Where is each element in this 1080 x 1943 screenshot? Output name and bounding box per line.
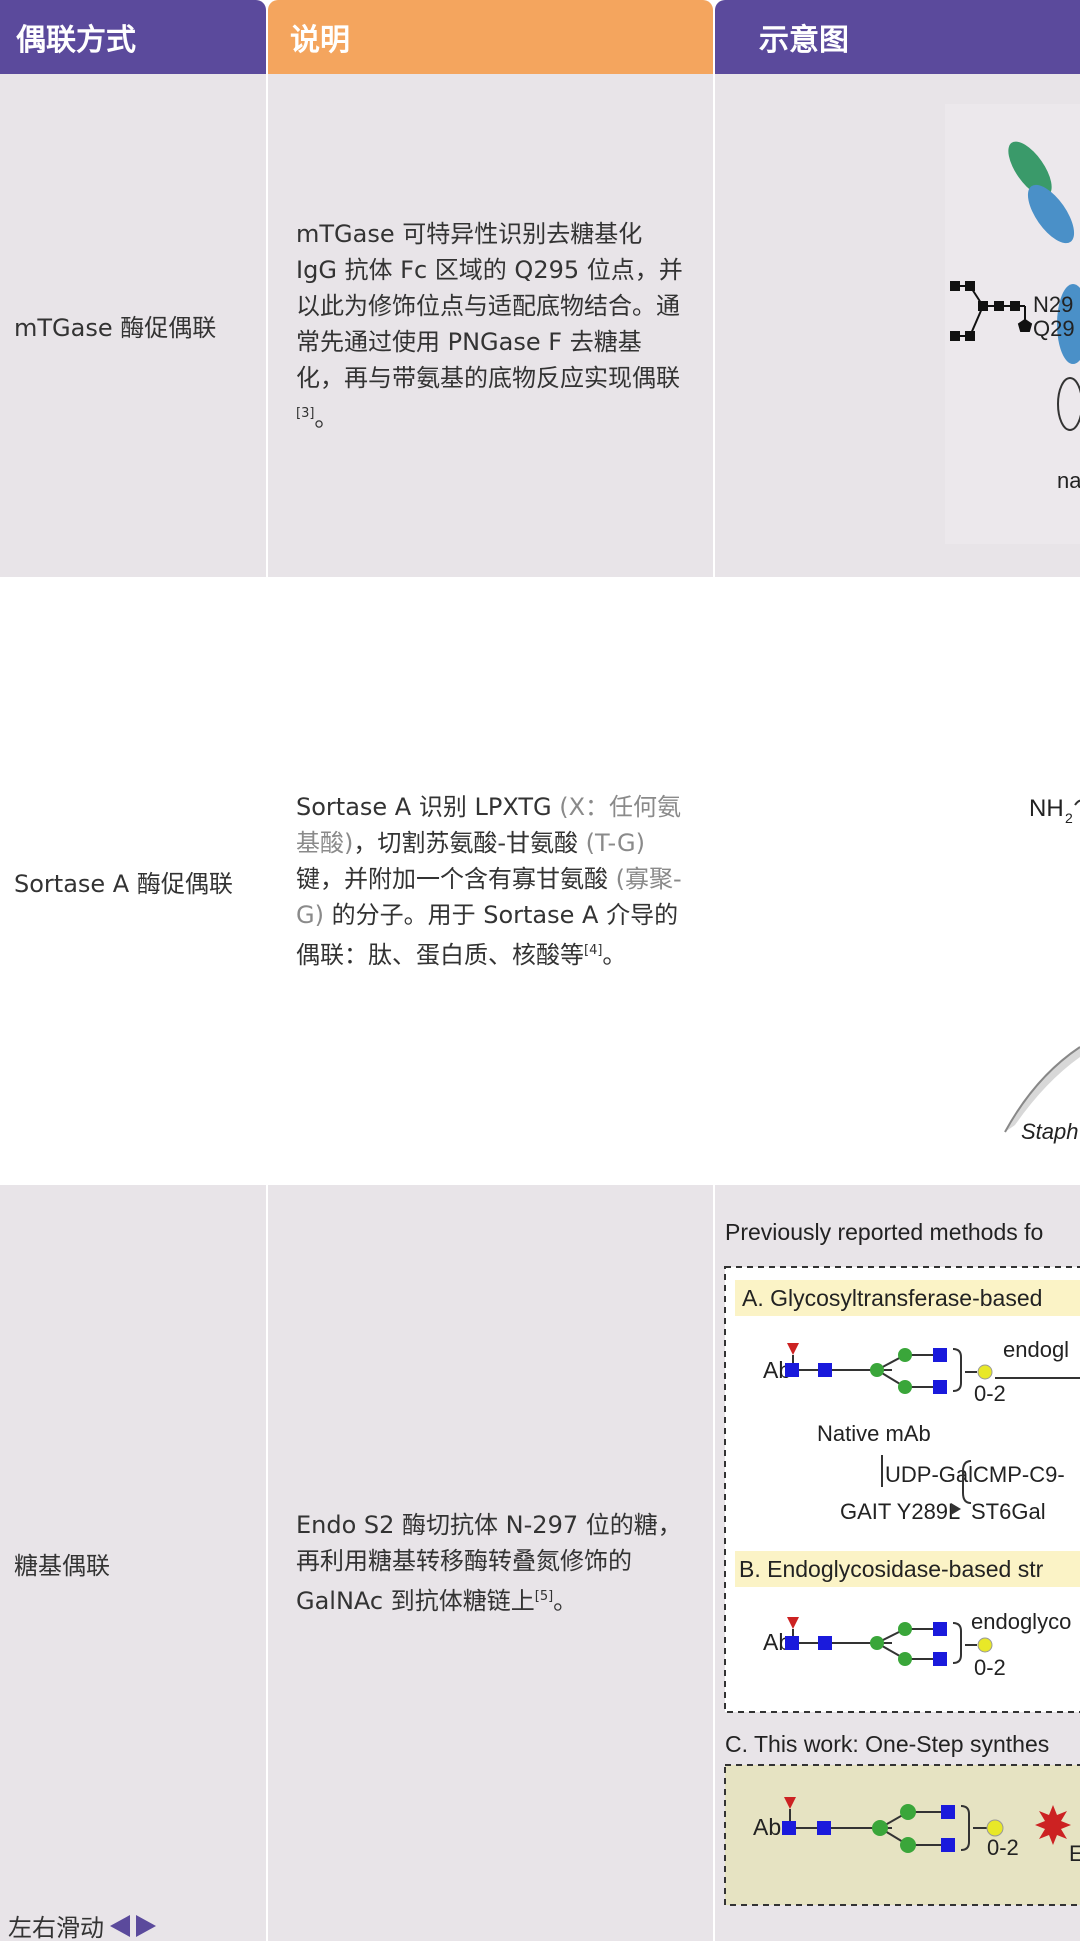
row-3-figure: Previously reported methods fo A. Glycos…: [715, 1185, 1080, 1941]
column-divider-2: [713, 74, 715, 1941]
figure-title: Previously reported methods fo: [725, 1219, 1043, 1245]
section-a-title: A. Glycosyltransferase-based: [742, 1285, 1042, 1311]
mtgase-diagram: N29 Q29 na: [945, 104, 1080, 544]
section-c-title: C. This work: One-Step synthes: [725, 1731, 1049, 1757]
label-gait: GAIT Y289L: [840, 1499, 960, 1524]
svg-text:2: 2: [1065, 810, 1073, 826]
column-divider-1: [266, 74, 268, 1941]
swipe-hint-label: 左右滑动: [8, 1914, 104, 1942]
row-3-description: Endo S2 酶切抗体 N-297 位的糖，再利用糖基转移酶转叠氮修饰的 Ga…: [268, 1185, 713, 1941]
label-native-mab: Native mAb: [817, 1421, 931, 1446]
label-q295: Q29: [1033, 316, 1075, 341]
row-1-method-label: mTGase 酶促偶联: [14, 314, 217, 342]
svg-text:endogl: endogl: [1003, 1337, 1069, 1362]
label-cmp: CMP-C9-: [973, 1462, 1065, 1487]
glycan-diagram: Previously reported methods fo A. Glycos…: [724, 1219, 1080, 1906]
section-b-title: B. Endoglycosidase-based str: [739, 1556, 1044, 1582]
citation-3[interactable]: [3]: [296, 406, 314, 421]
svg-text:0-2: 0-2: [987, 1835, 1019, 1860]
row-3-description-text: Endo S2 酶切抗体 N-297 位的糖，再利用糖基转移酶转叠氮修饰的 Ga…: [296, 1511, 682, 1615]
row-2-method-label: Sortase A 酶促偶联: [14, 869, 233, 898]
header-description: 说明: [268, 0, 713, 74]
row-3-method: 糖基偶联: [0, 1185, 266, 1941]
header-figure-label: 示意图: [759, 23, 849, 58]
header-description-label: 说明: [290, 23, 350, 58]
row-1-figure: N29 Q29 na: [715, 74, 1080, 577]
label-nh2: NH: [1029, 795, 1064, 822]
header-figure: 示意图: [715, 0, 1080, 74]
label-native: na: [1057, 468, 1080, 493]
citation-4[interactable]: [4]: [584, 943, 602, 958]
label-staph: Staph: [1021, 1119, 1079, 1144]
svg-text:Ab: Ab: [753, 1814, 781, 1840]
arrow-right-icon[interactable]: [136, 1914, 156, 1937]
label-st6gal: ST6Gal: [971, 1499, 1046, 1524]
label-n297: N29: [1033, 292, 1073, 317]
row-2-method: Sortase A 酶促偶联: [0, 577, 266, 1185]
row-2-description-text: Sortase A 识别 LPXTG (X：任何氨基酸)，切割苏氨酸-甘氨酸 (…: [296, 793, 682, 969]
row-2-description: Sortase A 识别 LPXTG (X：任何氨基酸)，切割苏氨酸-甘氨酸 (…: [268, 577, 713, 1185]
svg-text:endoglyco: endoglyco: [971, 1609, 1071, 1634]
arrow-left-icon[interactable]: [110, 1914, 130, 1937]
svg-text:E: E: [1069, 1841, 1080, 1866]
label-udp-gal: UDP-Gal: [885, 1462, 973, 1487]
citation-5[interactable]: [5]: [535, 1589, 553, 1604]
swipe-hint[interactable]: 左右滑动: [8, 1908, 156, 1943]
row-1-description-text: mTGase 可特异性识别去糖基化 IgG 抗体 Fc 区域的 Q295 位点，…: [296, 219, 683, 432]
header-method-label: 偶联方式: [16, 23, 136, 58]
svg-text:0-2: 0-2: [974, 1655, 1006, 1680]
sortase-diagram: NH 2 Staph: [1004, 795, 1080, 1144]
row-3-method-label: 糖基偶联: [14, 1551, 110, 1580]
row-1-method: mTGase 酶促偶联: [0, 74, 266, 577]
header-method: 偶联方式: [0, 0, 266, 74]
row-2-figure: NH 2 Staph: [715, 577, 1080, 1185]
svg-text:0-2: 0-2: [974, 1381, 1006, 1406]
row-1-description: mTGase 可特异性识别去糖基化 IgG 抗体 Fc 区域的 Q295 位点，…: [268, 74, 713, 577]
